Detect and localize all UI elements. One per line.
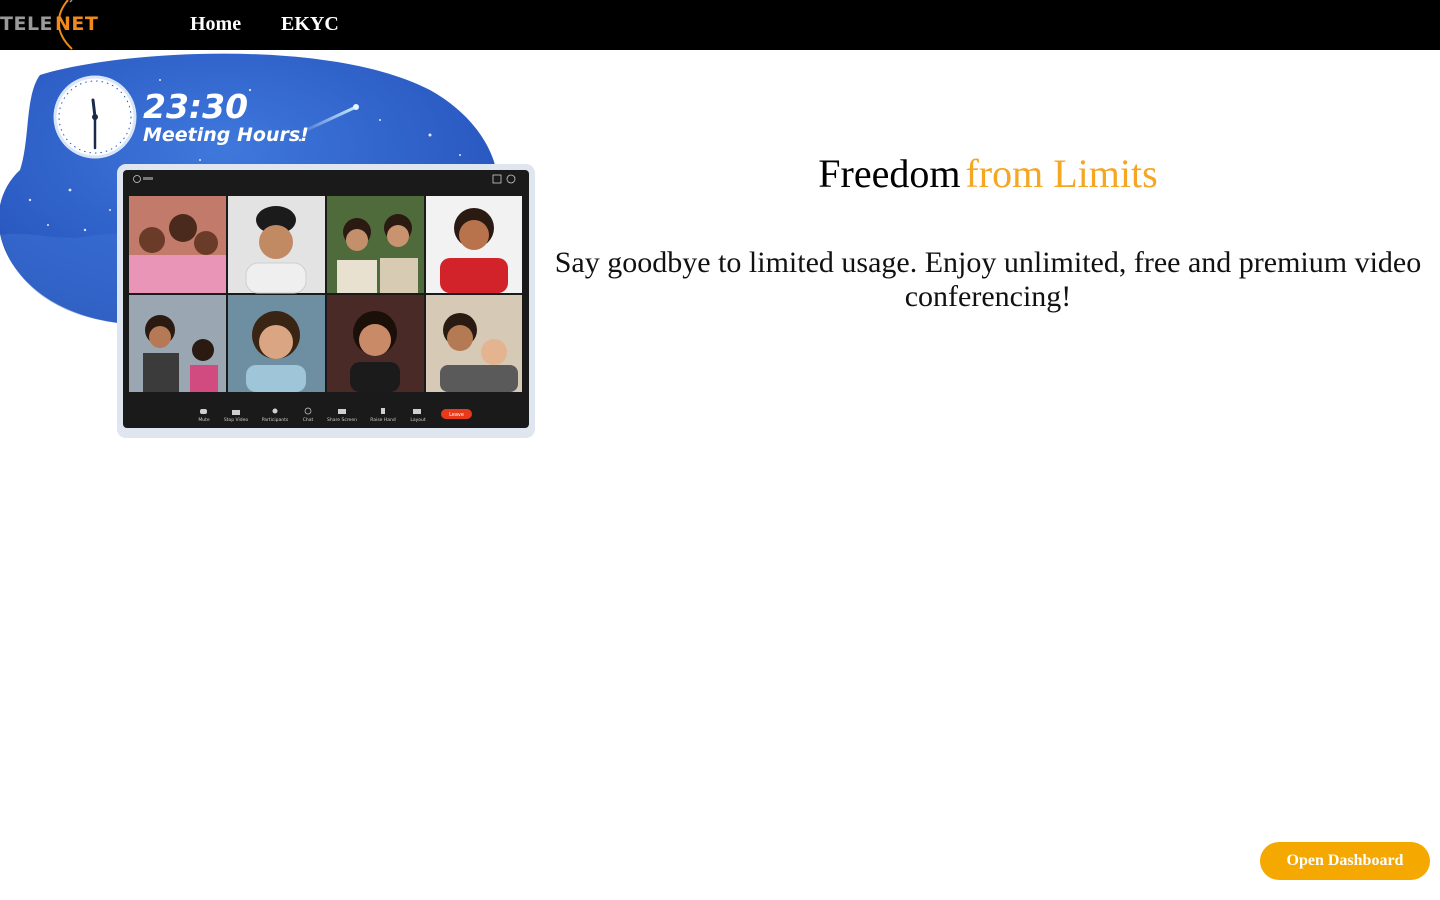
hero-subtext: Say goodbye to limited usage. Enjoy unli… <box>554 246 1422 313</box>
participant-tile <box>129 295 226 392</box>
logo-text-net: NET <box>55 13 99 35</box>
participant-tile <box>228 196 325 294</box>
toolbar-participants: Participants <box>262 417 289 423</box>
participant-tile <box>426 295 522 392</box>
hero-headline: Freedom from Limits <box>550 150 1426 198</box>
toolbar-raise-hand: Raise Hand <box>370 417 396 423</box>
toolbar-stop-video: Stop Video <box>224 417 249 423</box>
toolbar-chat: Chat <box>303 417 314 423</box>
clock-icon <box>53 75 137 159</box>
leave-label: Leave <box>449 412 464 418</box>
toolbar-layout: Layout <box>410 417 426 423</box>
nav-link-ekyc[interactable]: EKYC <box>281 13 339 36</box>
headline-freedom: Freedom <box>818 151 961 196</box>
hero-illustration: 23:30 Meeting Hours! Mute Stop Video Par… <box>0 53 535 438</box>
video-call-screen: Mute Stop Video Participants Chat Share … <box>117 164 535 438</box>
toolbar-share-screen: Share Screen <box>327 417 357 423</box>
meeting-hours-time: 23:30 <box>143 87 248 126</box>
headline-from-limits: from Limits <box>965 151 1158 196</box>
nav-link-home[interactable]: Home <box>190 13 241 36</box>
toolbar-mute: Mute <box>198 417 209 423</box>
participant-tile <box>129 196 226 293</box>
participant-tile <box>327 196 424 293</box>
top-navbar: TELE NET Home EKYC <box>0 0 1440 50</box>
telenet-logo[interactable]: TELE NET <box>0 0 110 50</box>
participant-tile <box>327 295 424 392</box>
logo-text-tele: TELE <box>0 13 54 35</box>
participant-tile <box>426 196 522 293</box>
open-dashboard-button[interactable]: Open Dashboard <box>1260 842 1430 880</box>
participant-tile <box>228 295 325 392</box>
meeting-hours-caption: Meeting Hours! <box>143 124 309 146</box>
